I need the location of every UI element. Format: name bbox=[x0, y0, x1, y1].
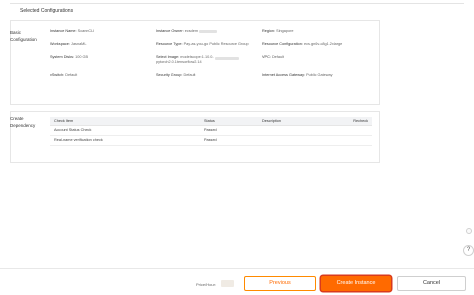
status-cell: Passed bbox=[200, 125, 258, 136]
instance-name-field: Instance Name: ScannCLI bbox=[50, 29, 94, 34]
table-row: Real-name verification check Passed bbox=[50, 135, 372, 146]
action-cell bbox=[338, 125, 372, 136]
price-per-hour-label: Price/Hour: bbox=[196, 282, 217, 287]
select-image-key: Select Image: bbox=[156, 55, 180, 59]
region-key: Region: bbox=[262, 29, 276, 33]
vpc-field: VPC: Default bbox=[262, 55, 284, 60]
top-divider bbox=[10, 0, 464, 4]
region-field: Region: Singapore bbox=[262, 29, 293, 34]
recheck-link[interactable]: Recheck bbox=[338, 117, 372, 126]
vswitch-field: vSwitch: Default bbox=[50, 73, 77, 78]
system-disks-field: System Disks: 100 GB bbox=[50, 55, 88, 60]
internet-gateway-value: Public Gateway bbox=[306, 73, 333, 77]
region-value: Singapore bbox=[276, 29, 294, 33]
question-icon[interactable]: ? bbox=[463, 245, 474, 256]
vswitch-value: Default bbox=[65, 73, 78, 77]
system-disks-value: 100 GB bbox=[75, 55, 89, 59]
security-group-value: Default bbox=[183, 73, 196, 77]
instance-name-key: Instance Name: bbox=[50, 29, 77, 33]
system-disks-key: System Disks: bbox=[50, 55, 75, 59]
description-cell bbox=[258, 135, 338, 146]
column-status: Status bbox=[200, 117, 258, 126]
security-group-key: Security Group: bbox=[156, 73, 183, 77]
dependency-label-line2: Dependency bbox=[10, 123, 36, 128]
resource-type-key: Resource Type: bbox=[156, 42, 183, 46]
redacted-price bbox=[221, 280, 234, 287]
basic-label-line2: Configuration bbox=[10, 37, 37, 42]
instance-name-value: ScannCLI bbox=[77, 29, 95, 33]
side-widget-icon[interactable] bbox=[466, 228, 472, 234]
resource-type-field: Resource Type: Pay-as-you-go Public Reso… bbox=[156, 42, 249, 47]
workspace-value: JasnaML bbox=[71, 42, 87, 46]
internet-gateway-key: Internet Access Gateway: bbox=[262, 73, 306, 77]
redacted-owner bbox=[199, 29, 218, 33]
vpc-value: Default bbox=[271, 55, 284, 59]
redacted-image-suffix bbox=[215, 57, 239, 60]
workspace-key: Workspace: bbox=[50, 42, 70, 46]
resource-configuration-value: ecs.gn6v-c8g1.2xlarge bbox=[304, 42, 343, 46]
vswitch-key: vSwitch: bbox=[50, 73, 65, 77]
section-title: Selected Configurations bbox=[20, 8, 74, 14]
resource-configuration-key: Resource Configuration: bbox=[262, 42, 303, 46]
instance-owner-field: Instance Owner: ecsdem bbox=[156, 29, 218, 34]
column-description: Description bbox=[258, 117, 338, 126]
table-row: Account Status Check Passed bbox=[50, 125, 372, 136]
check-item-cell: Real-name verification check bbox=[50, 135, 200, 146]
security-group-field: Security Group: Default bbox=[156, 73, 195, 78]
cancel-button[interactable]: Cancel bbox=[397, 276, 466, 291]
basic-label-line1: Basic bbox=[10, 30, 22, 35]
create-instance-button[interactable]: Create Instance bbox=[321, 276, 391, 291]
vpc-key: VPC: bbox=[262, 55, 271, 59]
dependency-check-table: Check Item Status Description Recheck Ac… bbox=[50, 117, 372, 146]
instance-owner-value: ecsdem bbox=[184, 29, 199, 33]
resource-type-value: Pay-as-you-go Public Resource Group bbox=[183, 42, 249, 46]
status-cell: Passed bbox=[200, 135, 258, 146]
previous-button[interactable]: Previous bbox=[244, 276, 316, 291]
instance-owner-key: Instance Owner: bbox=[156, 29, 184, 33]
action-cell bbox=[338, 135, 372, 146]
table-header-row: Check Item Status Description Recheck bbox=[50, 117, 372, 126]
description-cell bbox=[258, 125, 338, 136]
dependency-label-line1: Create bbox=[10, 116, 24, 121]
workspace-field: Workspace: JasnaML bbox=[50, 42, 86, 47]
column-check-item: Check Item bbox=[50, 117, 200, 126]
internet-gateway-field: Internet Access Gateway: Public Gateway bbox=[262, 73, 333, 78]
resource-configuration-field: Resource Configuration: ecs.gn6v-c8g1.2x… bbox=[262, 42, 342, 47]
check-item-cell: Account Status Check bbox=[50, 125, 200, 136]
